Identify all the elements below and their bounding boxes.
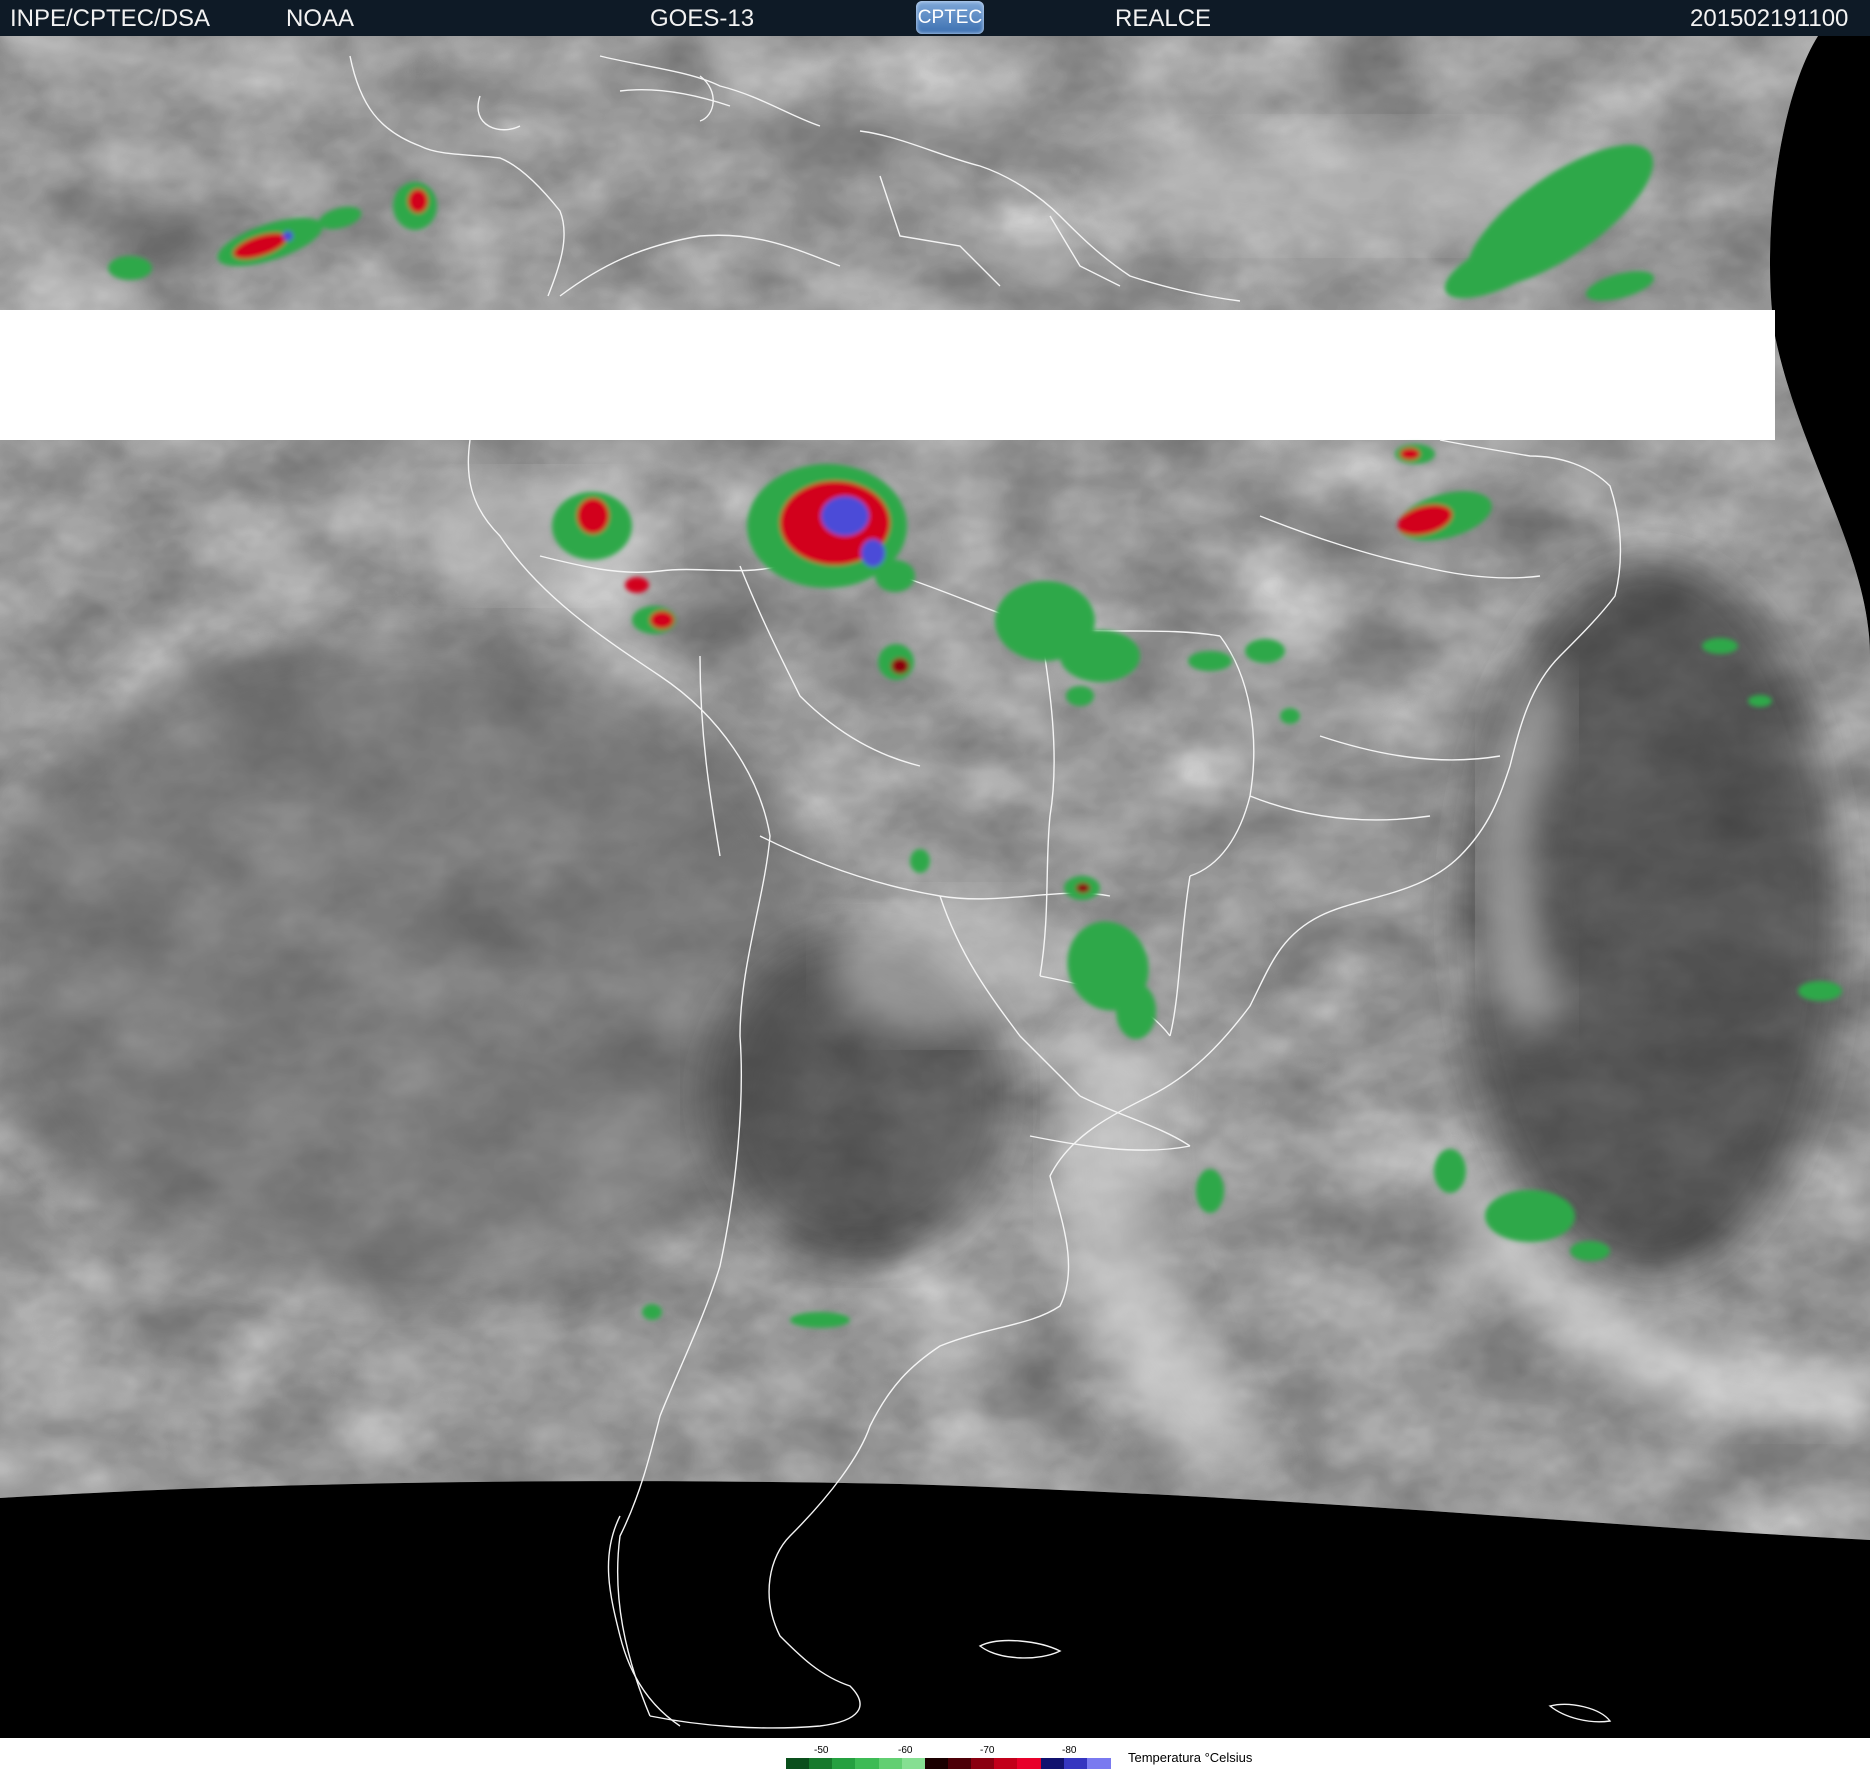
temperature-legend: -50 -60 -70 -80 Temperatura °Celsius [0, 1738, 1870, 1770]
timestamp-label: 201502191100 [1690, 5, 1849, 32]
legend-swatch [948, 1758, 972, 1769]
legend-tick-80: -80 [1062, 1745, 1077, 1756]
satellite-image-viewer: INPE/CPTEC/DSA NOAA GOES-13 CPTEC REALCE… [0, 0, 1870, 1770]
legend-swatch [855, 1758, 880, 1769]
legend-tick-50: -50 [814, 1745, 829, 1756]
legend-swatch [971, 1758, 996, 1769]
legend-swatch [994, 1758, 1019, 1769]
legend-swatch [832, 1758, 857, 1769]
legend-swatch [901, 1758, 926, 1769]
missing-scan-band [0, 310, 1775, 440]
legend-tick-70: -70 [980, 1745, 995, 1756]
legend-swatch [1063, 1758, 1088, 1769]
legend-swatch [1040, 1758, 1065, 1769]
cptec-logo: CPTEC [916, 1, 984, 34]
legend-swatch [924, 1758, 949, 1769]
legend-swatch [786, 1758, 810, 1769]
legend-swatch [1017, 1758, 1042, 1769]
legend-swatch [1086, 1758, 1111, 1769]
provider-label: NOAA [286, 5, 355, 32]
satellite-map [0, 36, 1870, 1738]
header-bar: INPE/CPTEC/DSA NOAA GOES-13 CPTEC REALCE… [0, 0, 1870, 36]
product-label: REALCE [1115, 5, 1212, 32]
satellite-label: GOES-13 [650, 5, 755, 32]
legend-title: Temperatura °Celsius [1128, 1750, 1253, 1765]
agency-label: INPE/CPTEC/DSA [10, 5, 211, 32]
legend-swatch [878, 1758, 903, 1769]
legend-swatch [809, 1758, 834, 1769]
legend-tick-60: -60 [898, 1745, 913, 1756]
